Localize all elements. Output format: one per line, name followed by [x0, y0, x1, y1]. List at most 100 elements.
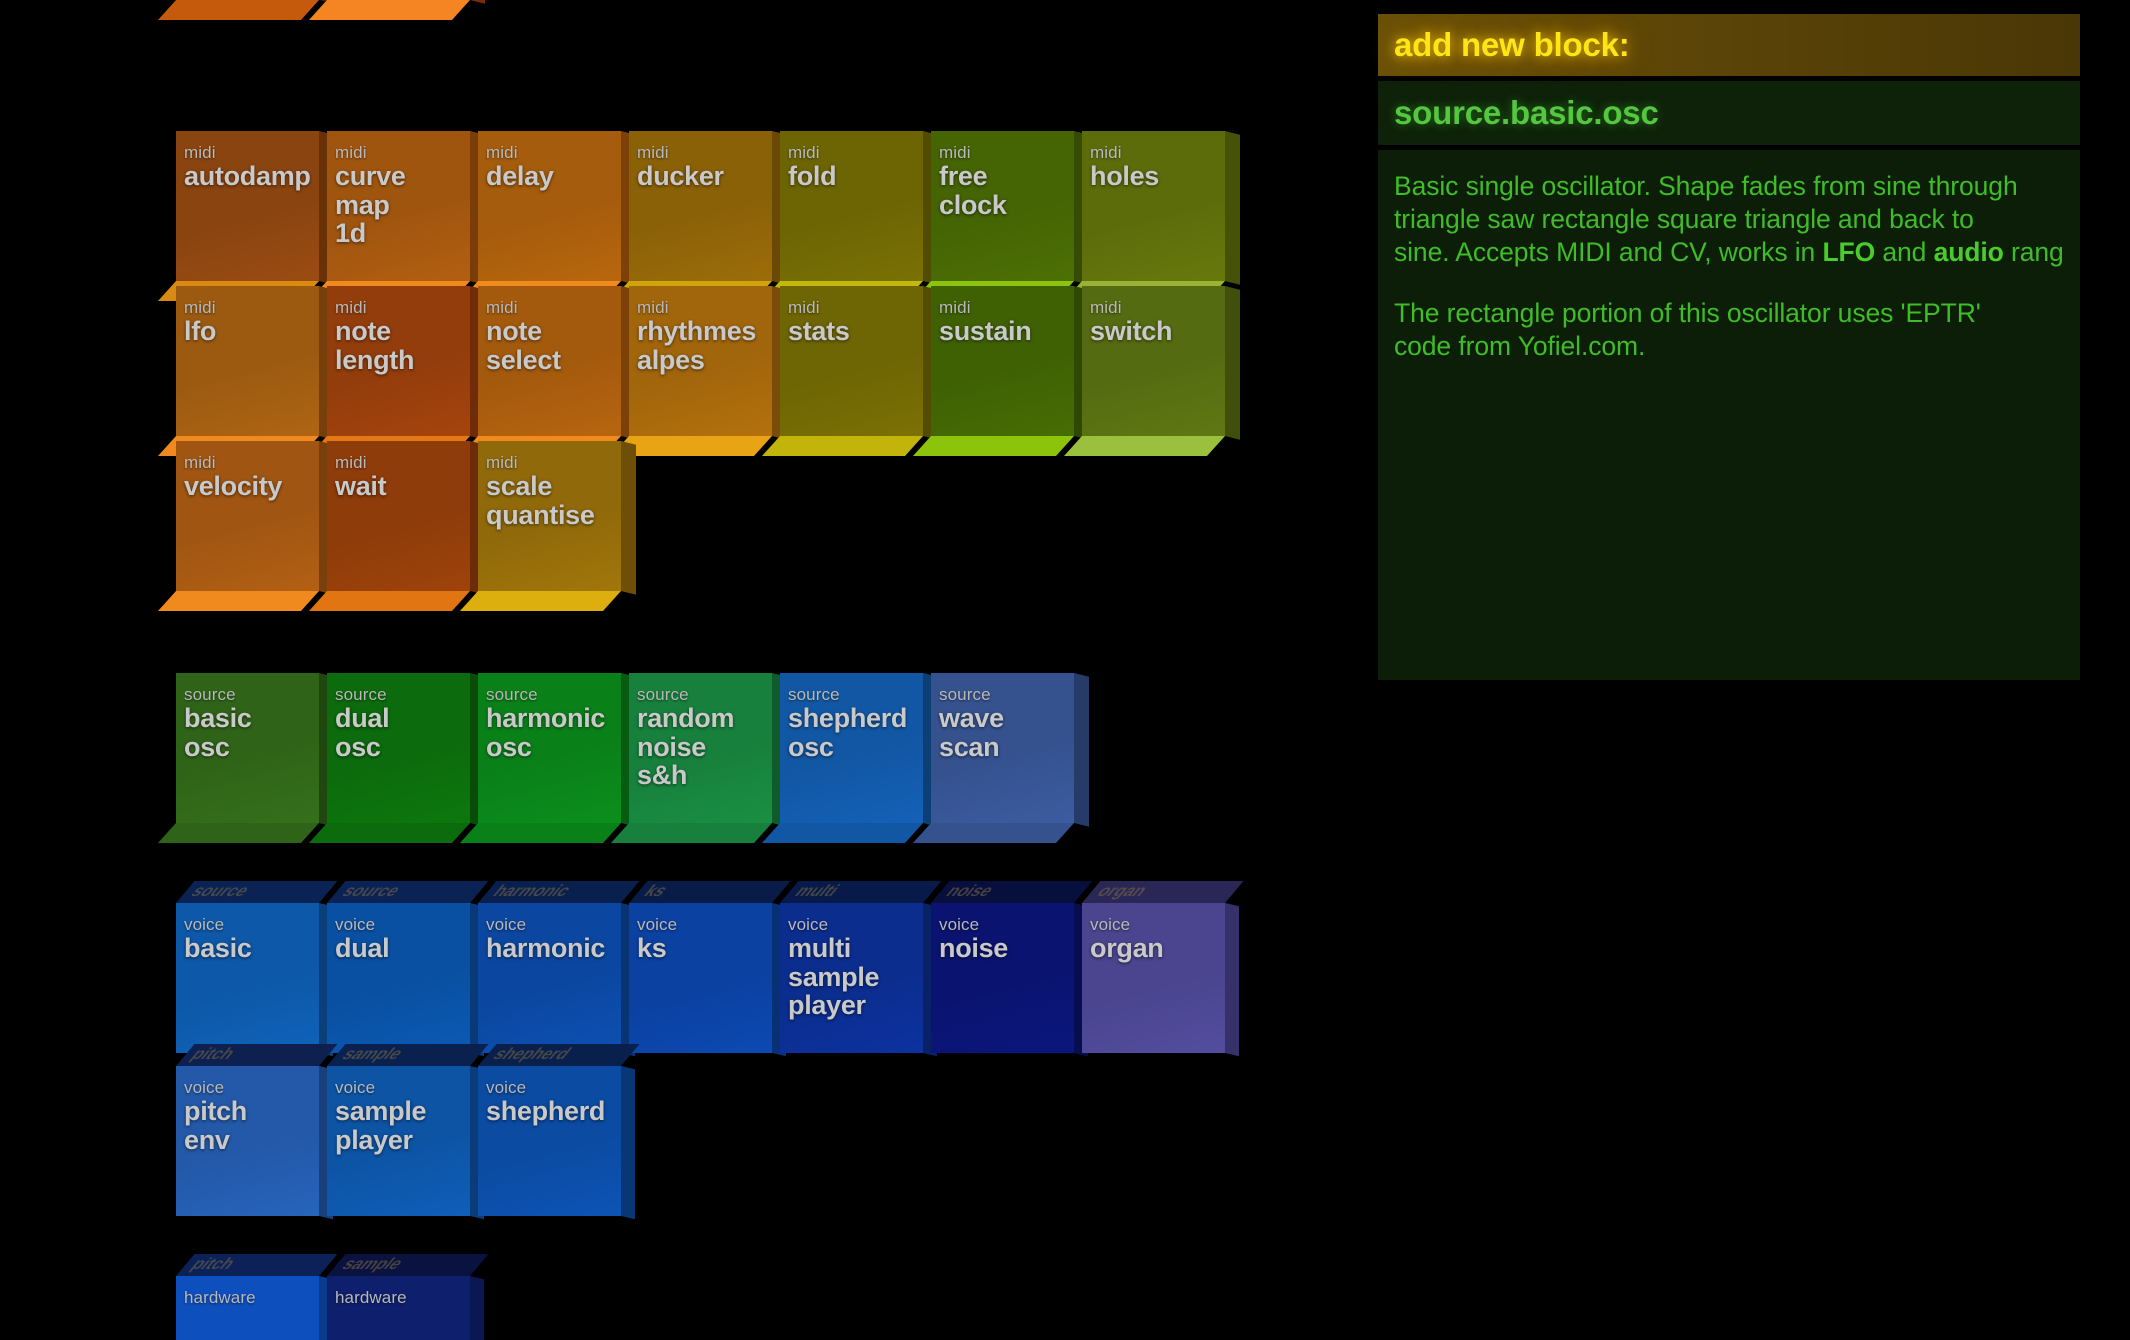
block-midi-lfo[interactable]: midi lfo — [157, 286, 334, 456]
block-front-face: voice noise — [931, 903, 1074, 1053]
block-name-label: dual osc — [335, 703, 390, 762]
block-voice-ks[interactable]: ks voice ks — [629, 881, 791, 1057]
block-category-label: source — [486, 685, 538, 704]
block-midi-stats[interactable]: midi stats — [761, 286, 938, 456]
block-voice-shepherd[interactable]: shepherd voice shepherd — [478, 1044, 640, 1220]
block-source-dual-osc[interactable]: source dual osc — [308, 673, 485, 843]
desc-text-b: and — [1875, 237, 1934, 267]
block-voice-organ[interactable]: organ voice organ — [1082, 881, 1244, 1057]
block-bottom-face — [459, 823, 621, 843]
block-side-face — [621, 441, 636, 595]
block-name-label: autodamp — [184, 161, 311, 191]
block-category-label: midi — [184, 453, 216, 472]
block-name-label: rhythmes alpes — [637, 316, 757, 375]
block-top-face-label: shepherd — [488, 1046, 575, 1063]
block-front-face: midi velocity — [176, 441, 319, 591]
block-front-face: midi switch — [1082, 286, 1225, 436]
block-source-wave-scan[interactable]: source wave scan — [912, 673, 1089, 843]
block-category-label: source — [788, 685, 840, 704]
block-name-label: free clock — [939, 161, 1007, 220]
block-voice-noise[interactable]: noise voice noise — [931, 881, 1093, 1057]
block-side-face — [1074, 673, 1089, 827]
block-category-label: source — [335, 685, 387, 704]
block-front-face: midi stats — [780, 286, 923, 436]
block-midi-scale-quantise[interactable]: midi scale quantise — [459, 441, 636, 611]
desc-audio-emphasis: audio — [1933, 237, 2004, 267]
block-name-label: fold — [788, 161, 837, 191]
block-midi-autodamp[interactable]: midi autodamp — [157, 131, 334, 301]
block-front-face: source harmonic osc — [478, 673, 621, 823]
block-front-face: midi delay — [478, 131, 621, 281]
block-category-label: source — [939, 685, 991, 704]
block-midi-note-select[interactable]: midi note select — [459, 286, 636, 456]
block-midi-delay[interactable]: midi delay — [459, 131, 636, 301]
selected-block-name: source.basic.osc — [1378, 81, 2080, 145]
block-midi-ducker[interactable]: midi ducker — [610, 131, 787, 301]
block-front-face: midi fold — [780, 131, 923, 281]
block-name-label: curve map 1d — [335, 161, 406, 248]
block-name-label: wait — [335, 471, 387, 501]
block-category-label: midi — [184, 298, 216, 317]
block-front-face: midi lfo — [176, 286, 319, 436]
block-bottom-face — [308, 823, 470, 843]
block-name-label: ks — [637, 933, 667, 963]
block-top-face-label: pitch — [186, 1256, 240, 1273]
block-category-label: midi — [1090, 143, 1122, 162]
block-source-harmonic-osc[interactable]: source harmonic osc — [459, 673, 636, 843]
block-category-label: midi — [335, 298, 367, 317]
block-midi-switch[interactable]: midi switch — [1063, 286, 1240, 456]
block-name-label: basic osc — [184, 703, 252, 762]
block-side-face — [470, 0, 485, 4]
block-front-face: midi note select — [478, 286, 621, 436]
block-name-label: holes — [1090, 161, 1160, 191]
block-front-face: source random noise s&h — [629, 673, 772, 823]
block-category-label: midi — [184, 143, 216, 162]
block-voice-sample-player[interactable]: sample voice sample player — [327, 1044, 489, 1220]
block-voice-multi-sample-player[interactable]: multi voice multi sample player — [780, 881, 942, 1057]
block-front-face: voice pitch env — [176, 1066, 319, 1216]
block-midi-fold[interactable]: midi fold — [761, 131, 938, 301]
block-hardware-unnamed[interactable]: pitch hardware — [176, 1254, 338, 1340]
block-front-face: voice multi sample player — [780, 903, 923, 1053]
block-top-face-label: source — [337, 883, 405, 900]
block-source-basic-osc[interactable]: source basic osc — [157, 673, 334, 843]
block-front-face: midi scale quantise — [478, 441, 621, 591]
block-front-face: voice harmonic — [478, 903, 621, 1053]
block-browser-canvas: trackermidiautodampmidicurve map 1dmidid… — [0, 0, 2130, 1340]
block-voice-pitch-env[interactable]: pitch voice pitch env — [176, 1044, 338, 1220]
block-top-face-label: sample — [337, 1046, 407, 1063]
block-midi-note-length[interactable]: midi note length — [308, 286, 485, 456]
block-category-label: midi — [939, 298, 971, 317]
block-midi-wait[interactable]: midi wait — [308, 441, 485, 611]
block-front-face: source shepherd osc — [780, 673, 923, 823]
block-voice-harmonic[interactable]: harmonic voice harmonic — [478, 881, 640, 1057]
block-category-label: hardware — [184, 1288, 256, 1307]
block-top-face-label: sample — [337, 1256, 407, 1273]
block-front-face: source wave scan — [931, 673, 1074, 823]
block-voice-dual[interactable]: source voice dual — [327, 881, 489, 1057]
block-hardware-unnamed[interactable]: sample hardware — [327, 1254, 489, 1340]
block-name-label: stats — [788, 316, 850, 346]
block-front-face: midi note length — [327, 286, 470, 436]
block-front-face: midi free clock — [931, 131, 1074, 281]
block-name-label: dual — [335, 933, 390, 963]
block-midi-sustain[interactable]: midi sustain — [912, 286, 1089, 456]
block-front-face: voice basic — [176, 903, 319, 1053]
block-category-label: voice — [1090, 915, 1131, 934]
block-name-label: harmonic osc — [486, 703, 606, 762]
block-midi-free-clock[interactable]: midi free clock — [912, 131, 1089, 301]
block-source-random-noise-s&h[interactable]: source random noise s&h — [610, 673, 787, 843]
block-name-label: multi sample player — [788, 933, 880, 1020]
block-midi-curve-map-1d[interactable]: midi curve map 1d — [308, 131, 485, 301]
block-bottom-face — [912, 436, 1074, 456]
block-midi-velocity[interactable]: midi velocity — [157, 441, 334, 611]
block-source-shepherd-osc[interactable]: source shepherd osc — [761, 673, 938, 843]
block-midi-rhythmes-alpes[interactable]: midi rhythmes alpes — [610, 286, 787, 456]
block-voice-basic[interactable]: source voice basic — [176, 881, 338, 1057]
block-midi-holes[interactable]: midi holes — [1063, 131, 1240, 301]
block-name-label: pitch env — [184, 1096, 247, 1155]
block-name-label: ducker — [637, 161, 724, 191]
block-category-label: voice — [486, 915, 527, 934]
desc-lfo-emphasis: LFO — [1822, 237, 1876, 267]
block-category-label: voice — [788, 915, 829, 934]
